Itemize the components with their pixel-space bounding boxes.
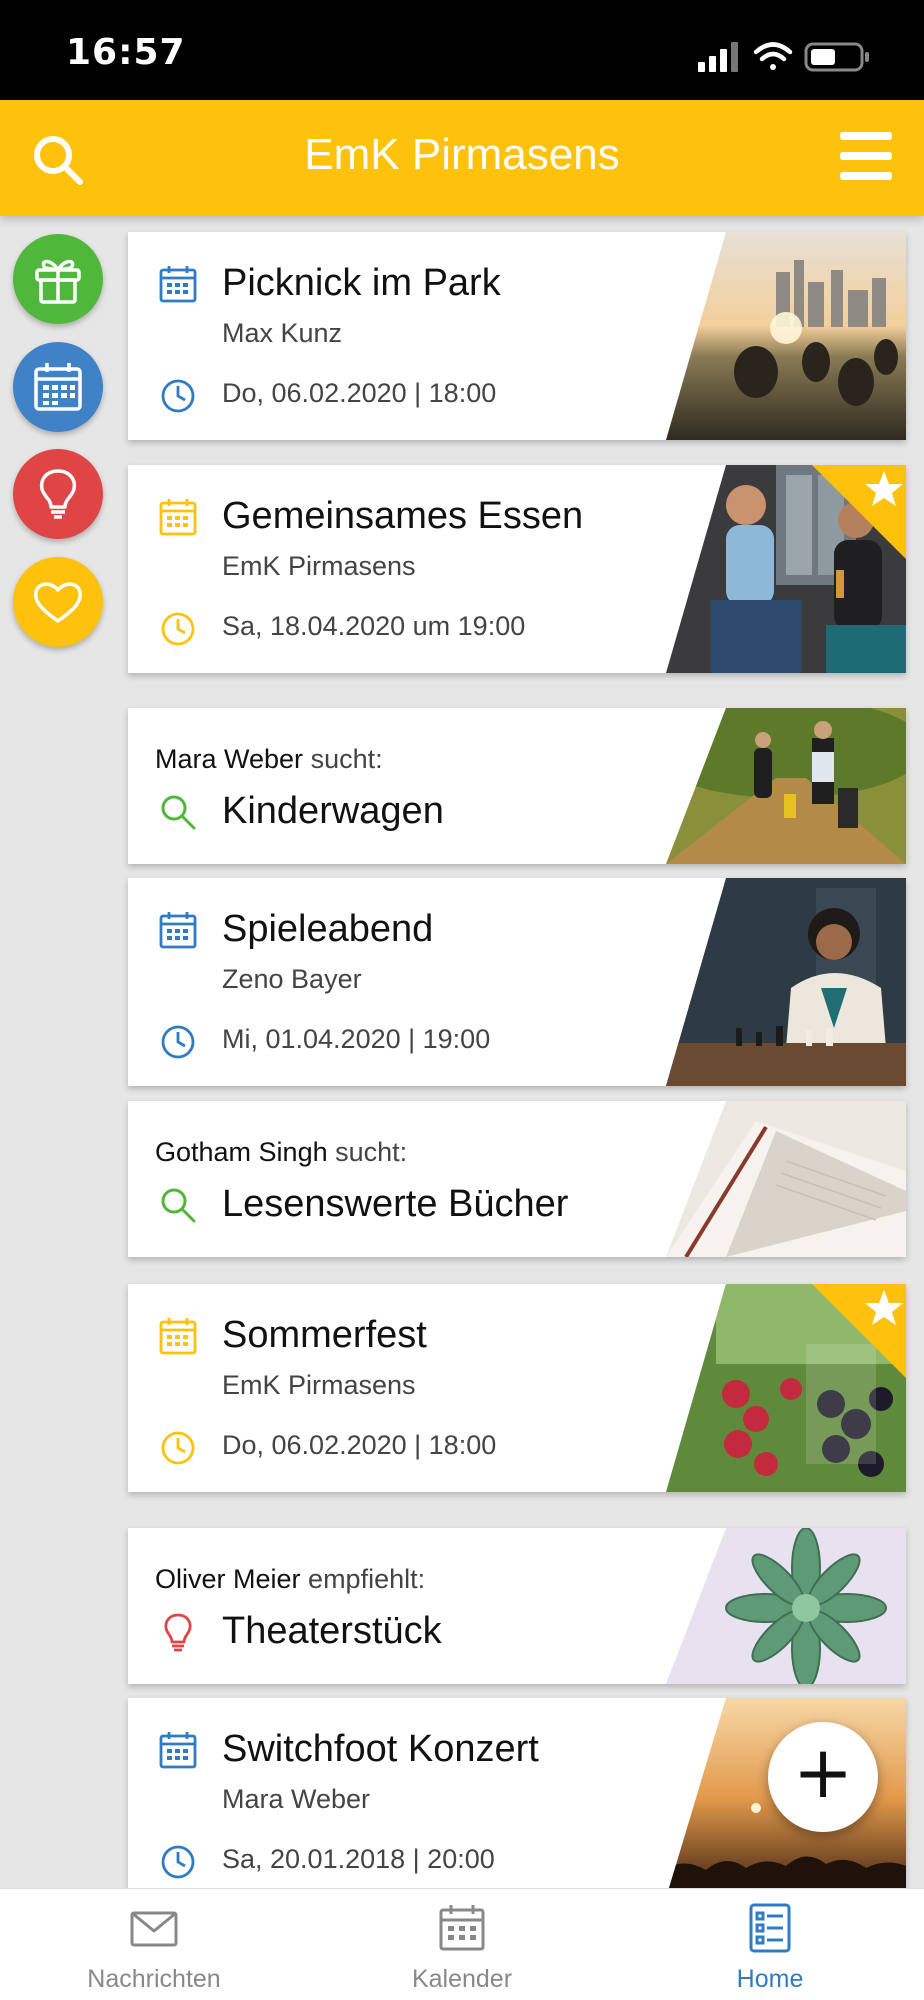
request-title: Lesenswerte Bücher — [222, 1183, 569, 1225]
event-organizer: EmK Pirmasens — [222, 551, 416, 581]
nav-item-home[interactable]: Home — [670, 1903, 870, 1994]
event-date: Do, 06.02.2020 | 18:00 — [222, 378, 497, 408]
request-author: Gotham Singh — [155, 1137, 328, 1167]
recommendation-card[interactable]: Oliver Meier empfiehlt: Theaterstück — [128, 1528, 906, 1684]
clock-icon — [161, 1431, 195, 1465]
search-icon — [161, 795, 196, 830]
category-heart-button[interactable] — [13, 557, 103, 647]
plus-icon: + — [792, 1730, 854, 1814]
status-icons — [698, 42, 869, 72]
event-organizer: Zeno Bayer — [222, 964, 362, 994]
event-date: Mi, 01.04.2020 | 19:00 — [222, 1024, 491, 1054]
nav-label: Kalender — [411, 1965, 513, 1993]
clock-icon — [161, 612, 195, 646]
event-card[interactable]: Sommerfest EmK Pirmasens Do, 06.02.2020 … — [128, 1284, 906, 1492]
category-idea-button[interactable] — [13, 449, 103, 539]
battery-icon — [804, 42, 869, 72]
category-calendar-button[interactable] — [13, 342, 103, 432]
calendar-icon — [34, 363, 82, 411]
status-bar: 16:57 — [0, 0, 924, 100]
event-date: Sa, 20.01.2018 | 20:00 — [222, 1844, 495, 1874]
event-date: Do, 06.02.2020 | 18:00 — [222, 1430, 497, 1460]
heart-icon — [33, 582, 83, 623]
request-author: Mara Weber — [155, 744, 304, 774]
nav-label: Nachrichten — [87, 1965, 221, 1993]
request-author-line: Gotham Singh sucht: — [155, 1137, 407, 1168]
event-organizer: Mara Weber — [222, 1784, 371, 1814]
calendar-icon — [159, 1318, 197, 1355]
lightbulb-icon — [39, 469, 77, 519]
search-request-card[interactable]: Gotham Singh sucht: Lesenswerte Bücher — [128, 1101, 906, 1257]
list-icon — [749, 1903, 791, 1953]
event-title: Spieleabend — [222, 908, 434, 950]
nav-item-calendar[interactable]: Kalender — [362, 1903, 562, 1994]
nav-label: Home — [736, 1965, 804, 1993]
lightbulb-icon — [164, 1613, 192, 1652]
event-card[interactable]: Spieleabend Zeno Bayer Mi, 01.04.2020 | … — [128, 878, 906, 1086]
app-header: EmK Pirmasens — [0, 100, 924, 216]
event-card[interactable]: Picknick im Park Max Kunz Do, 06.02.2020… — [128, 232, 906, 440]
recommendation-author-line: Oliver Meier empfiehlt: — [155, 1564, 425, 1595]
request-verb: sucht: — [335, 1137, 408, 1167]
event-organizer: EmK Pirmasens — [222, 1370, 416, 1400]
family-walk-photo — [666, 708, 906, 864]
add-button[interactable]: + — [768, 1722, 878, 1832]
signal-icon — [698, 42, 738, 72]
event-date: Sa, 18.04.2020 um 19:00 — [222, 611, 526, 641]
search-request-card[interactable]: Mara Weber sucht: Kinderwagen — [128, 708, 906, 864]
event-title: Sommerfest — [222, 1314, 427, 1356]
event-title: Picknick im Park — [222, 262, 501, 304]
wifi-icon — [753, 42, 793, 70]
calendar-icon — [159, 266, 197, 303]
page-title: EmK Pirmasens — [304, 130, 620, 179]
recommendation-title: Theaterstück — [222, 1610, 442, 1652]
search-icon — [161, 1188, 196, 1223]
request-author-line: Mara Weber sucht: — [155, 744, 383, 775]
hamburger-menu-icon[interactable] — [838, 130, 894, 182]
clock-icon — [161, 1025, 195, 1059]
recommendation-author: Oliver Meier — [155, 1564, 301, 1594]
clock-icon — [161, 1845, 195, 1879]
calendar-icon — [439, 1905, 485, 1951]
calendar-icon — [159, 499, 197, 536]
featured-star-icon — [812, 465, 906, 559]
bottom-navigation: Nachrichten Kalender Home — [0, 1888, 924, 2000]
chess-photo — [666, 878, 906, 1086]
picnic-photo — [666, 232, 906, 440]
gift-icon — [35, 259, 81, 304]
status-time: 16:57 — [66, 32, 186, 73]
event-card[interactable]: Gemeinsames Essen EmK Pirmasens Sa, 18.0… — [128, 465, 906, 673]
featured-star-icon — [812, 1284, 906, 1378]
succulent-photo — [666, 1528, 906, 1684]
nav-item-messages[interactable]: Nachrichten — [54, 1903, 254, 1994]
category-gift-button[interactable] — [13, 234, 103, 324]
event-title: Switchfoot Konzert — [222, 1728, 539, 1770]
calendar-icon — [159, 912, 197, 949]
recommendation-verb: empfiehlt: — [308, 1564, 426, 1594]
request-title: Kinderwagen — [222, 790, 444, 832]
clock-icon — [161, 379, 195, 413]
event-title: Gemeinsames Essen — [222, 495, 584, 537]
event-organizer: Max Kunz — [222, 318, 343, 348]
book-photo — [666, 1101, 906, 1257]
envelope-icon — [130, 1911, 178, 1947]
request-verb: sucht: — [310, 744, 383, 774]
calendar-icon — [159, 1732, 197, 1769]
